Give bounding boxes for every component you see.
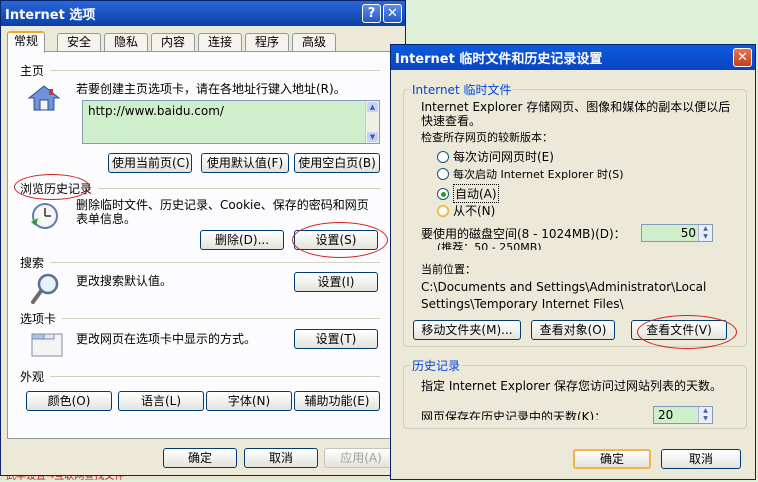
radio-automatic-dot[interactable] (437, 187, 449, 200)
check-newer-label: 检查所存网页的较新版本： (421, 131, 553, 144)
history-clock-icon (31, 203, 58, 229)
spin-up-icon[interactable]: ▲ (699, 225, 712, 233)
temp-files-settings-window: Internet 临时文件和历史记录设置 ✕ Internet 临时文件 Int… (390, 44, 756, 480)
search-heading: 搜索 (20, 256, 45, 270)
spin-down-icon[interactable]: ▼ (699, 233, 712, 241)
history-heading: 浏览历史记录 (20, 182, 93, 196)
general-panel: 主页 若要创建主页选项卡，请在各地址行键入地址(R)。 http://www.b… (7, 51, 395, 439)
temp-files-legend: Internet 临时文件 (412, 83, 512, 97)
view-objects-button[interactable]: 查看对象(O) (531, 320, 615, 340)
cancel-button[interactable]: 取消 (244, 448, 318, 468)
tabs-settings-button[interactable]: 设置(T) (294, 329, 378, 349)
radio-every-visit-dot[interactable] (437, 150, 449, 163)
homepage-url-input[interactable]: http://www.baidu.com/ ▲ ▼ (82, 100, 380, 144)
spin-up-icon[interactable]: ▲ (699, 407, 712, 415)
disk-space-value: 50 (680, 226, 696, 240)
radio-every-start-label: 每次启动 Internet Explorer 时(S) (453, 168, 624, 181)
radio-every-visit[interactable]: 每次访问网页时(E) (437, 148, 554, 165)
history-legend: 历史记录 (412, 359, 461, 373)
accessibility-button[interactable]: 辅助功能(E) (294, 391, 380, 411)
recommended-range: (推荐：50 - 250MB) (437, 241, 542, 250)
scroll-down-icon[interactable]: ▼ (367, 132, 378, 142)
close-button[interactable]: ✕ (383, 4, 402, 23)
search-divider (50, 262, 380, 263)
radio-never-label: 从不(N) (453, 204, 496, 218)
dialog-ok-button[interactable]: 确定 (573, 449, 651, 469)
tab-programs[interactable]: 程序 (245, 33, 289, 52)
appearance-heading: 外观 (20, 370, 45, 384)
help-button[interactable]: ? (362, 4, 381, 23)
use-default-button[interactable]: 使用默认值(F) (201, 153, 289, 173)
history-divider (98, 188, 380, 189)
history-days-stepper[interactable]: 20 ▲ ▼ (653, 406, 713, 424)
disk-space-label: 要使用的磁盘空间(8 - 1024MB)(D)： (421, 227, 626, 241)
temp-files-description: Internet Explorer 存储网页、图像和媒体的副本以便以后快速查看。 (421, 100, 731, 128)
tab-general[interactable]: 常规 (7, 31, 45, 53)
radio-every-start-dot[interactable] (437, 168, 449, 180)
radio-every-visit-label: 每次访问网页时(E) (453, 150, 554, 164)
home-icon (27, 85, 61, 111)
temp-files-titlebar[interactable]: Internet 临时文件和历史记录设置 ✕ (391, 45, 755, 70)
fonts-button[interactable]: 字体(N) (206, 391, 292, 411)
delete-history-button[interactable]: 删除(D)... (200, 230, 284, 250)
homepage-divider (50, 70, 380, 71)
use-blank-button[interactable]: 使用空白页(B) (294, 153, 380, 173)
dialog-title: Internet 临时文件和历史记录设置 (395, 52, 603, 67)
radio-every-start[interactable]: 每次启动 Internet Explorer 时(S) (437, 166, 624, 182)
tabs-description: 更改网页在选项卡中显示的方式。 (76, 332, 257, 346)
disk-space-arrows[interactable]: ▲ ▼ (698, 225, 712, 241)
history-settings-button[interactable]: 设置(S) (294, 230, 378, 250)
radio-automatic[interactable]: 自动(A) (437, 184, 499, 203)
homepage-scrollbar[interactable]: ▲ ▼ (365, 101, 379, 143)
history-days-description: 指定 Internet Explorer 保存您访问过网站列表的天数。 (421, 379, 723, 393)
internet-options-titlebar[interactable]: Internet 选项 ? ✕ (1, 1, 405, 26)
use-current-button[interactable]: 使用当前页(C) (108, 153, 192, 173)
appearance-divider (50, 376, 380, 377)
disk-space-stepper[interactable]: 50 ▲ ▼ (641, 224, 713, 242)
homepage-heading: 主页 (20, 64, 45, 78)
tabs-heading: 选项卡 (20, 312, 57, 326)
current-location-label: 当前位置： (421, 263, 476, 276)
dialog-close-button[interactable]: ✕ (733, 48, 752, 67)
homepage-url-text: http://www.baidu.com/ (88, 104, 224, 118)
apply-button[interactable]: 应用(A) (324, 448, 398, 468)
view-files-button[interactable]: 查看文件(V) (631, 320, 727, 340)
tabs-divider (62, 318, 380, 319)
colors-button[interactable]: 颜色(O) (26, 391, 112, 411)
history-days-arrows[interactable]: ▲ ▼ (698, 407, 712, 423)
tab-connections[interactable]: 连接 (198, 33, 242, 52)
history-days-value: 20 (658, 408, 674, 422)
tabbed-window-icon (31, 333, 63, 357)
magnifier-icon (31, 273, 59, 304)
history-days-label: 网页保存在历史记录中的天数(K)： (421, 410, 607, 420)
search-description: 更改搜索默认值。 (76, 274, 173, 288)
move-folder-button[interactable]: 移动文件夹(M)... (413, 320, 521, 340)
scroll-up-icon[interactable]: ▲ (367, 102, 378, 112)
window-title: Internet 选项 (5, 8, 96, 23)
tab-advanced[interactable]: 高级 (292, 33, 336, 52)
current-location-path: C:\Documents and Settings\Administrator\… (421, 280, 707, 311)
history-description: 删除临时文件、历史记录、Cookie、保存的密码和网页表单信息。 (76, 198, 369, 226)
radio-automatic-label: 自动(A) (453, 184, 499, 203)
internet-options-window: Internet 选项 ? ✕ 常规 安全 隐私 内容 连接 程序 高级 主页 … (0, 0, 406, 476)
homepage-description: 若要创建主页选项卡，请在各地址行键入地址(R)。 (76, 82, 346, 96)
spin-down-icon[interactable]: ▼ (699, 415, 712, 423)
radio-never-dot[interactable] (437, 204, 449, 217)
ok-button[interactable]: 确定 (163, 448, 237, 468)
tab-content[interactable]: 内容 (151, 33, 195, 52)
tab-security[interactable]: 安全 (57, 33, 101, 52)
tab-privacy[interactable]: 隐私 (104, 33, 148, 52)
dialog-cancel-button[interactable]: 取消 (661, 449, 741, 469)
radio-never[interactable]: 从不(N) (437, 202, 495, 219)
languages-button[interactable]: 语言(L) (118, 391, 204, 411)
search-settings-button[interactable]: 设置(I) (294, 272, 378, 292)
